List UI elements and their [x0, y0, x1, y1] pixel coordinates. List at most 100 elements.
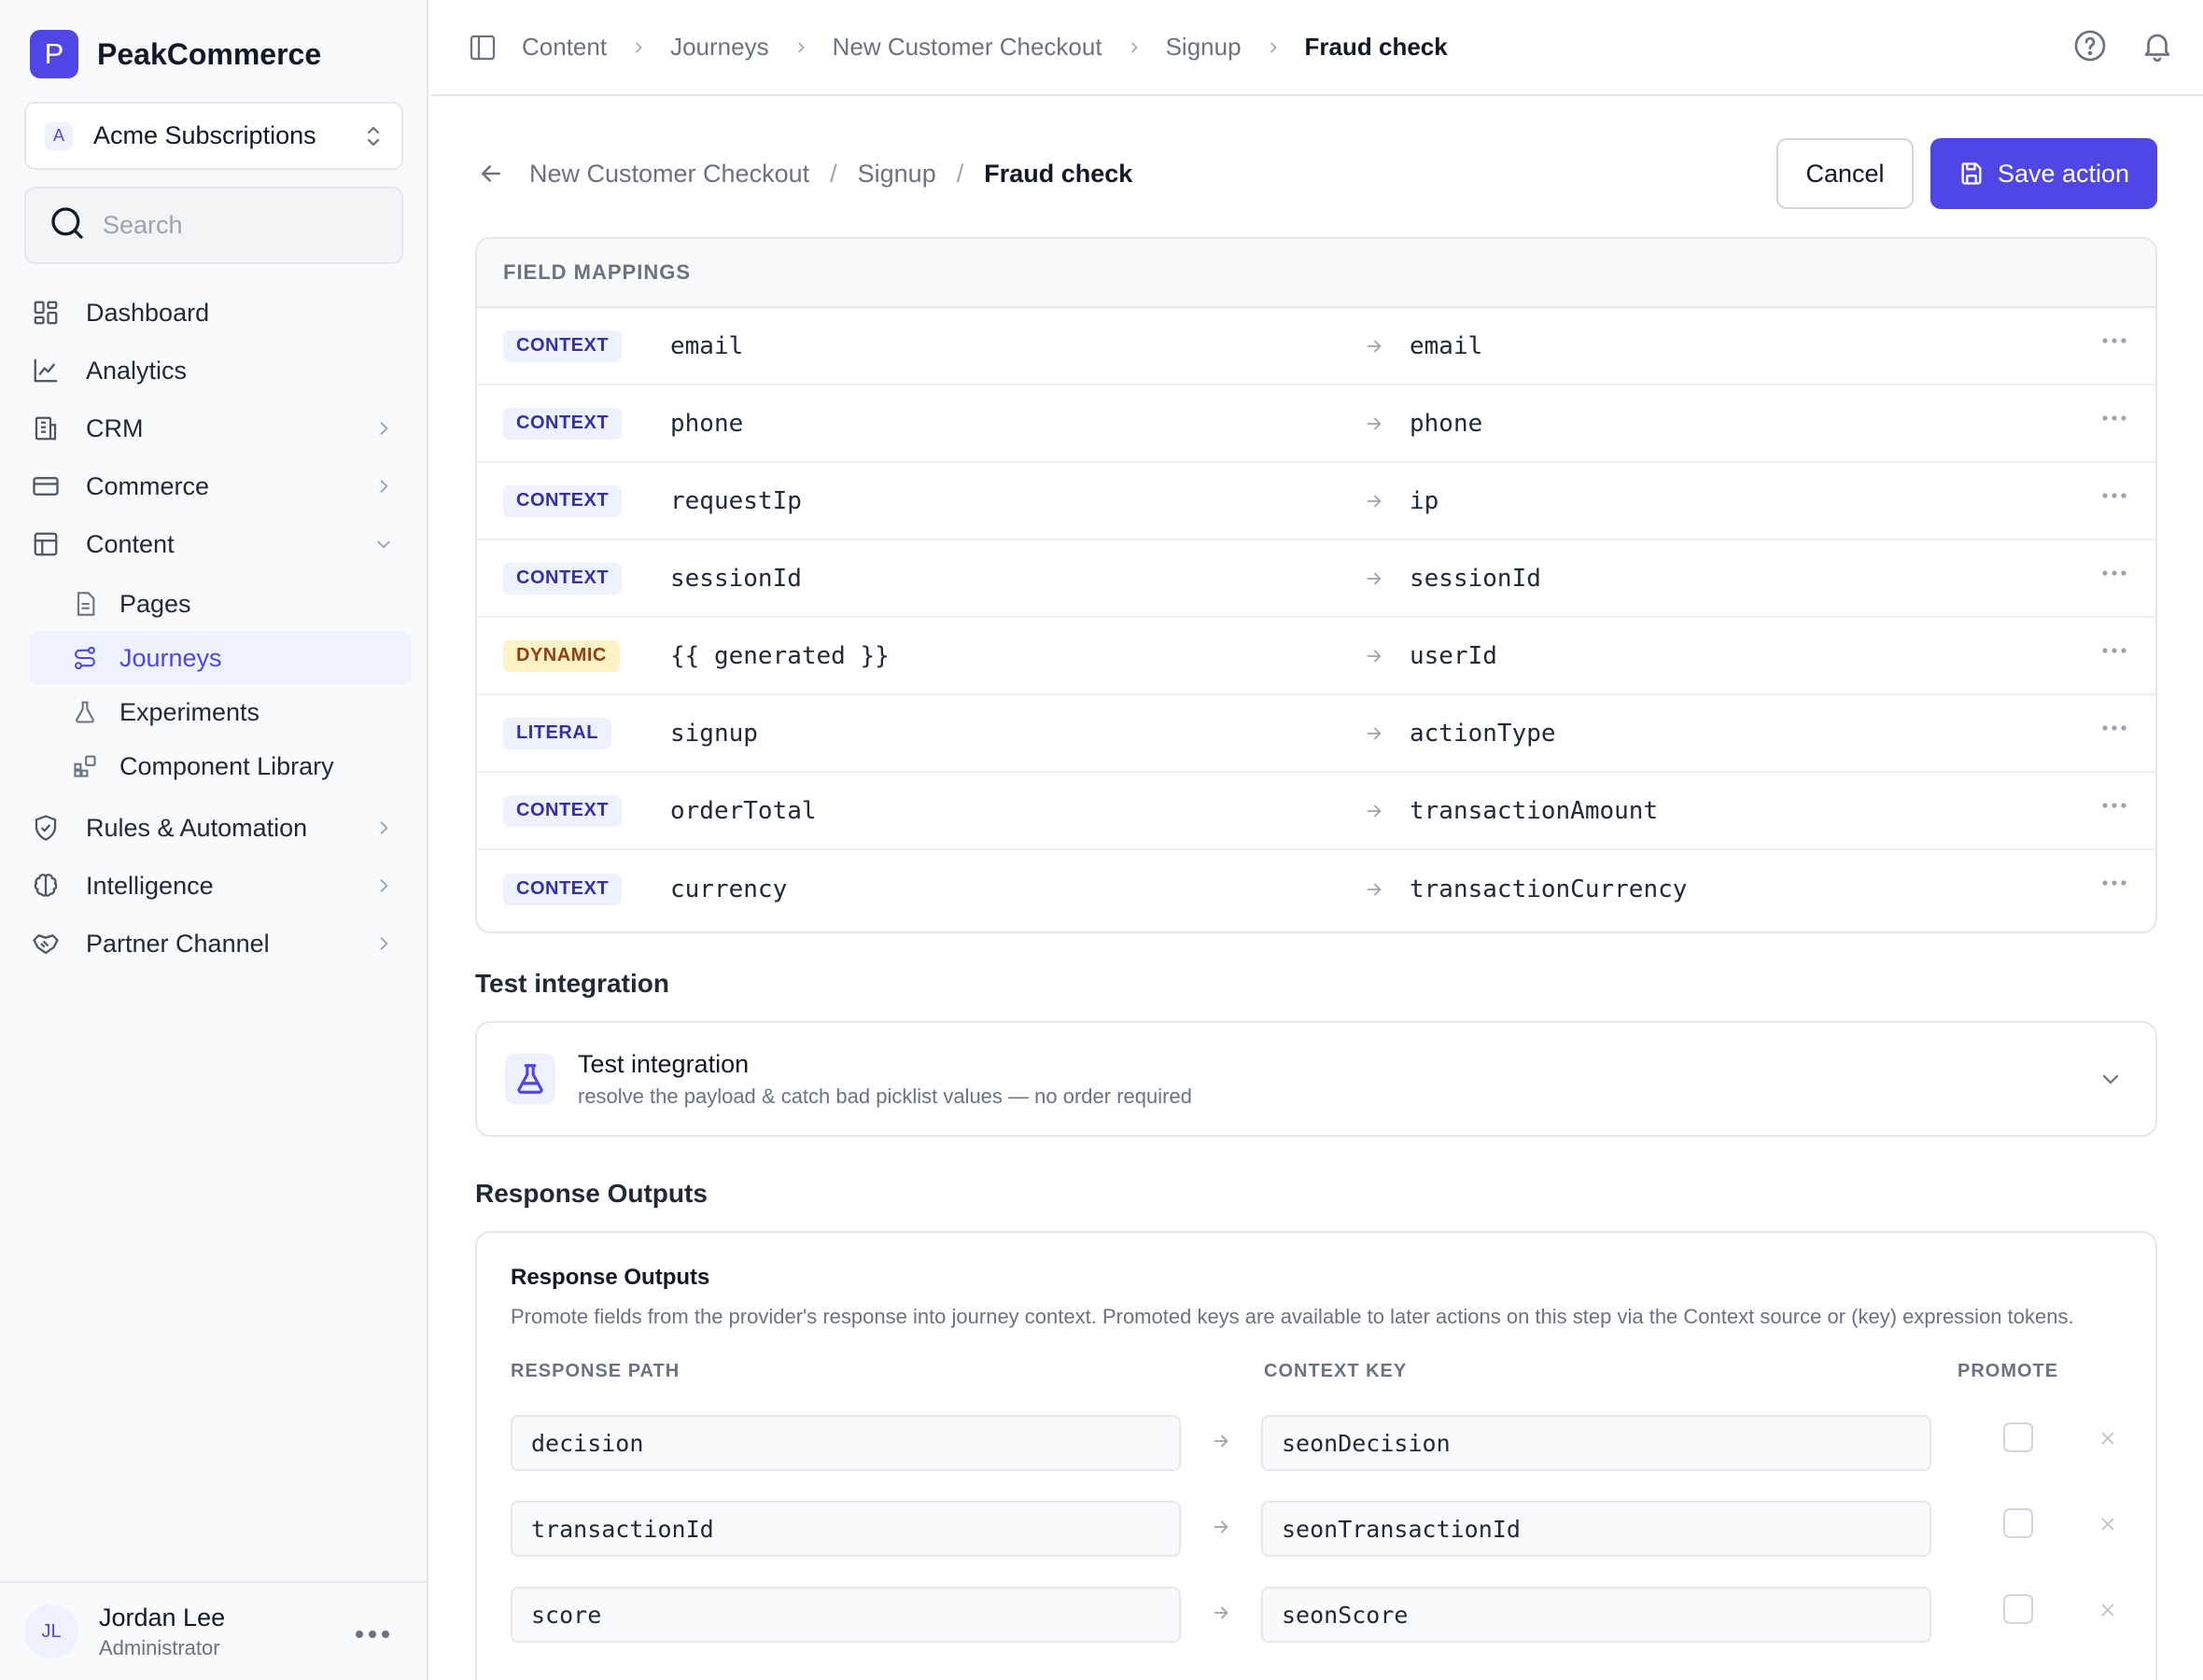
mapping-source: {{ generated }} [670, 641, 890, 670]
chevron-down-icon [370, 535, 398, 553]
mapping-row: CONTEXT email email [477, 308, 2155, 385]
mapping-type-badge: LITERAL [503, 717, 611, 749]
chevron-down-icon[interactable] [2099, 1068, 2122, 1095]
nav-item-partner-channel[interactable]: Partner Channel [30, 917, 411, 971]
breadcrumb-content[interactable]: Content [522, 33, 607, 62]
avatar: JL [24, 1604, 78, 1659]
breadcrumb-step[interactable]: Signup [1166, 33, 1242, 62]
test-integration-card[interactable]: Test integration resolve the payload & c… [475, 1021, 2157, 1137]
breadcrumb-separator: / [956, 159, 964, 188]
cancel-button[interactable]: Cancel [1776, 138, 1914, 209]
close-icon[interactable] [2098, 1600, 2118, 1625]
top-bar: Content Journeys New Customer Checkout S… [430, 0, 2203, 96]
user-profile[interactable]: JL Jordan Lee Administrator [0, 1581, 428, 1680]
mapping-source: orderTotal [670, 796, 817, 825]
search-placeholder: Search [103, 211, 183, 239]
more-horizontal-icon[interactable] [2101, 712, 2127, 738]
dashboard-icon [30, 297, 62, 329]
mapping-target: actionType [1410, 719, 1556, 748]
line-chart-icon [30, 355, 62, 386]
components-icon [71, 752, 99, 780]
arrow-right-icon [1211, 1603, 1231, 1628]
arrow-right-icon [1211, 1517, 1231, 1542]
user-role: Administrator [99, 1635, 220, 1659]
mapping-row: CONTEXT currency transactionCurrency [477, 850, 2155, 928]
nav-item-experiments[interactable]: Experiments [30, 685, 411, 739]
mapping-target: transactionAmount [1410, 796, 1659, 825]
output-row: score seonScore [511, 1587, 2122, 1643]
nav-label: Experiments [119, 697, 260, 726]
arrow-right-icon [1364, 491, 1384, 511]
nav-item-component-library[interactable]: Component Library [30, 739, 411, 793]
breadcrumb-separator: / [830, 159, 837, 188]
file-icon [71, 590, 99, 618]
more-horizontal-icon[interactable] [2101, 635, 2127, 661]
mapping-source: sessionId [670, 564, 802, 593]
more-horizontal-icon[interactable] [2101, 867, 2127, 893]
response-path-input[interactable]: score [511, 1587, 1181, 1643]
nav-item-intelligence[interactable]: Intelligence [30, 859, 411, 913]
close-icon[interactable] [2098, 1514, 2118, 1539]
close-icon[interactable] [2098, 1428, 2118, 1453]
workspace-badge: A [45, 121, 73, 150]
chevron-right-icon [370, 876, 398, 895]
mapping-source: signup [670, 719, 758, 748]
more-horizontal-icon[interactable] [2101, 557, 2127, 583]
building-icon [30, 413, 62, 444]
save-action-button[interactable]: Save action [1930, 138, 2157, 209]
promote-checkbox[interactable] [2003, 1422, 2033, 1452]
breadcrumb-journey[interactable]: New Customer Checkout [833, 33, 1102, 62]
nav-label: Intelligence [86, 871, 214, 900]
mapping-target: ip [1410, 486, 1439, 515]
more-horizontal-icon[interactable] [2101, 790, 2127, 816]
nav-item-content[interactable]: Content [30, 517, 411, 571]
mapping-source: email [670, 331, 744, 360]
brain-icon [30, 870, 62, 902]
nav-item-crm[interactable]: CRM [30, 401, 411, 455]
workspace-switcher[interactable]: A Acme Subscriptions [24, 102, 403, 170]
context-key-input[interactable]: seonScore [1261, 1587, 1931, 1643]
page-crumb-step[interactable]: Signup [858, 160, 936, 189]
mapping-type-badge: CONTEXT [503, 873, 623, 905]
promote-checkbox[interactable] [2003, 1508, 2033, 1538]
bell-icon[interactable] [2140, 28, 2175, 68]
response-path-input[interactable]: decision [511, 1415, 1181, 1471]
mapping-type-badge: CONTEXT [503, 794, 623, 827]
back-arrow-icon[interactable] [477, 160, 505, 188]
sidebar-toggle-icon[interactable] [468, 33, 498, 63]
nav-item-commerce[interactable]: Commerce [30, 459, 411, 513]
response-path-input[interactable]: transactionId [511, 1501, 1181, 1557]
more-horizontal-icon[interactable] [354, 1616, 391, 1647]
response-outputs-title: Response Outputs [511, 1265, 710, 1290]
promote-checkbox[interactable] [2003, 1594, 2033, 1624]
test-integration-subtitle: resolve the payload & catch bad picklist… [578, 1084, 1192, 1108]
more-horizontal-icon[interactable] [2101, 325, 2127, 351]
arrow-right-icon [1364, 723, 1384, 744]
mapping-type-badge: CONTEXT [503, 562, 623, 595]
search-input[interactable]: Search [24, 187, 403, 264]
response-outputs-columns: RESPONSE PATH CONTEXT KEY PROMOTE [511, 1361, 2122, 1398]
response-outputs-card: Response Outputs Promote fields from the… [475, 1231, 2157, 1680]
breadcrumb-journeys[interactable]: Journeys [670, 33, 769, 62]
more-horizontal-icon[interactable] [2101, 402, 2127, 428]
mapping-source: phone [670, 409, 744, 438]
nav-item-journeys[interactable]: Journeys [30, 631, 411, 685]
context-key-input[interactable]: seonDecision [1261, 1415, 1931, 1471]
nav-item-rules-automation[interactable]: Rules & Automation [30, 801, 411, 855]
help-icon[interactable] [2072, 28, 2108, 68]
more-horizontal-icon[interactable] [2101, 480, 2127, 506]
nav-label: Component Library [119, 751, 334, 780]
col-context-key: CONTEXT KEY [1264, 1361, 1408, 1381]
context-key-input[interactable]: seonTransactionId [1261, 1501, 1931, 1557]
nav-item-analytics[interactable]: Analytics [30, 343, 411, 398]
chevron-right-icon [370, 819, 398, 837]
page-crumb-journey[interactable]: New Customer Checkout [529, 160, 809, 189]
nav-item-pages[interactable]: Pages [30, 577, 411, 631]
nav-item-dashboard[interactable]: Dashboard [30, 286, 411, 340]
main-content: New Customer Checkout / Signup / Fraud c… [430, 98, 2203, 1680]
arrow-right-icon [1364, 646, 1384, 666]
mapping-target: email [1410, 331, 1483, 360]
mapping-row: CONTEXT phone phone [477, 385, 2155, 463]
brand[interactable]: P PeakCommerce [30, 30, 321, 78]
output-row: decision seonDecision [511, 1415, 2122, 1471]
